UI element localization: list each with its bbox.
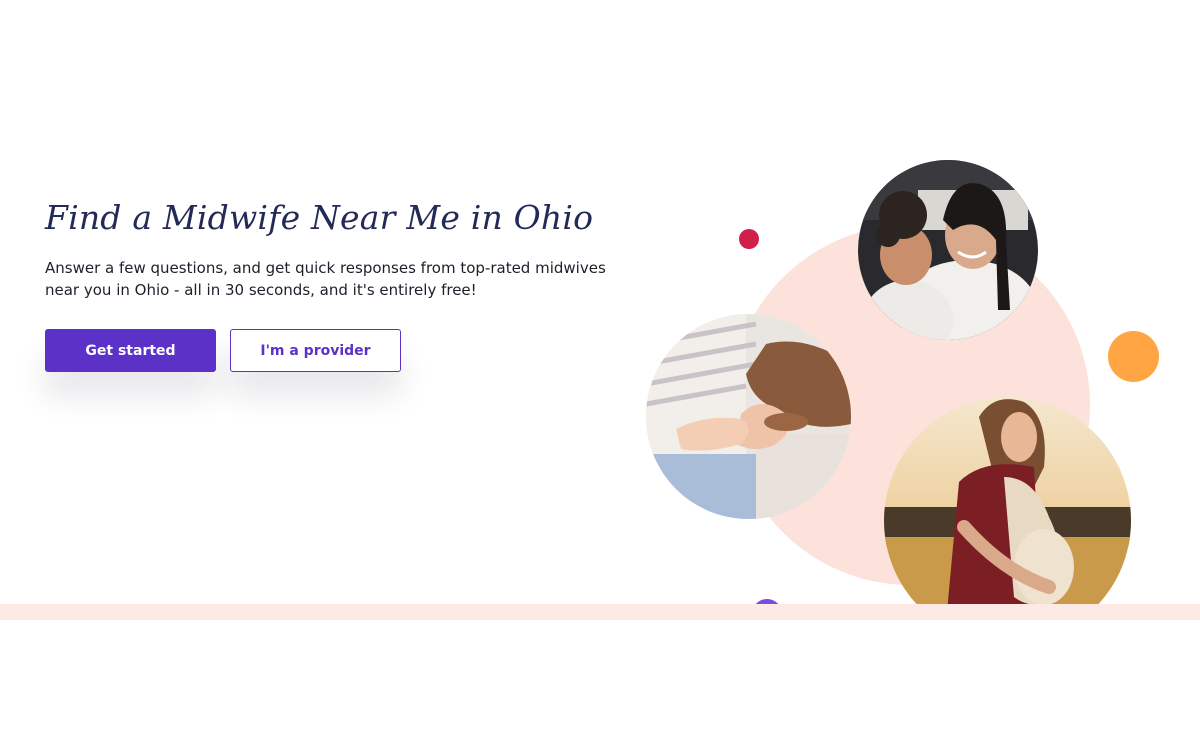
red-dot [739, 229, 759, 249]
orange-dot [1108, 331, 1159, 382]
bottom-band [0, 604, 1200, 620]
baby-hand-photo [646, 314, 851, 519]
mother-daughter-photo [858, 160, 1038, 340]
hero-illustration [0, 0, 1200, 604]
hero-page: Find a Midwife Near Me in Ohio Answer a … [0, 0, 1200, 750]
